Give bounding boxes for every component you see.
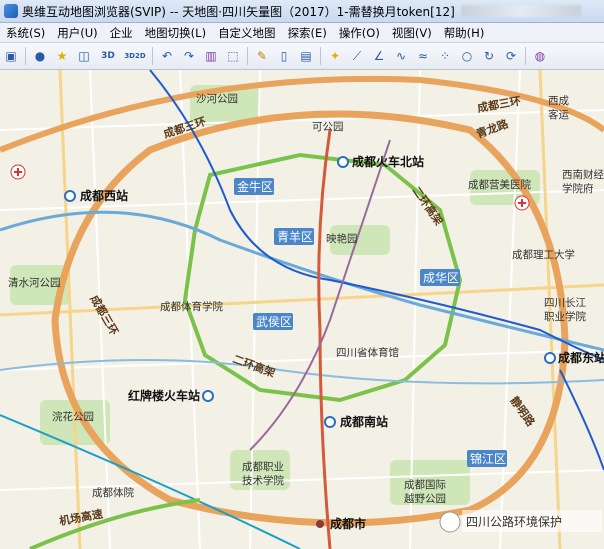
svg-text:红牌楼火车站: 红牌楼火车站 [128, 388, 200, 403]
place-xuefu: 学院府 [562, 182, 594, 195]
svg-text:青羊区: 青羊区 [277, 229, 313, 244]
place-keyun: 客运 [548, 108, 569, 121]
place-xicheng: 西成 [548, 95, 569, 107]
title-bar: 奥维互动地图浏览器(SVIP) -- 天地图·四川矢量图（2017）1-需替换月… [0, 0, 604, 23]
svg-text:四川公路环境保护: 四川公路环境保护 [466, 514, 562, 529]
menu-enterprise[interactable]: 企业 [104, 25, 139, 41]
save-icon[interactable]: ▣ [2, 47, 20, 65]
place-tiyu-college: 成都体育学院 [160, 300, 223, 313]
place-ke-park: 可公园 [312, 121, 344, 133]
select-rect-icon[interactable]: ⬚ [224, 47, 242, 65]
window-title: 奥维互动地图浏览器(SVIP) -- 天地图·四川矢量图（2017）1-需替换月… [22, 4, 455, 19]
map-view[interactable]: 成都三环 成都三环 成都三环 二环高架 二环高架 机场高速 青龙路 静明路 金牛… [0, 70, 604, 549]
pin-star-icon[interactable]: ✦ [326, 47, 344, 65]
rotate-icon[interactable]: ↻ [480, 47, 498, 65]
svg-text:成都市: 成都市 [330, 516, 366, 531]
map-canvas[interactable]: 成都三环 成都三环 成都三环 二环高架 二环高架 机场高速 青龙路 静明路 金牛… [0, 70, 604, 549]
toolbar-separator [247, 47, 248, 65]
place-tiyuyuan: 成都体院 [92, 486, 134, 499]
delete-icon[interactable]: ▥ [202, 47, 220, 65]
place-sichuan-stadium: 四川省体育馆 [336, 346, 399, 359]
place-sichuan-changjiang: 四川长江 [544, 297, 586, 309]
place-yingmei-hospital: 成都营美医院 [468, 178, 531, 191]
svg-text:成都南站: 成都南站 [340, 414, 388, 429]
ruler-icon[interactable]: ▯ [275, 47, 293, 65]
place-guoji-2: 越野公园 [404, 492, 446, 505]
line-draw-icon[interactable]: ⟋ [348, 47, 366, 65]
view-3d-button[interactable]: 3D [97, 47, 119, 65]
binoculars-icon[interactable]: ◫ [75, 47, 93, 65]
place-ligong-university: 成都理工大学 [512, 248, 575, 261]
district-badge-chenghua[interactable]: 成华区 [420, 269, 460, 286]
svg-text:成华区: 成华区 [423, 271, 459, 285]
watermark: 四川公路环境保护 [439, 510, 602, 533]
points-icon[interactable]: ⁘ [436, 47, 454, 65]
hospital-icon [514, 195, 530, 211]
svg-text:锦江区: 锦江区 [470, 452, 506, 466]
menu-help[interactable]: 帮助(H) [438, 25, 491, 41]
svg-text:成都东站: 成都东站 [558, 350, 604, 365]
menu-operate[interactable]: 操作(O) [333, 25, 386, 41]
menu-user[interactable]: 用户(U) [51, 25, 103, 41]
undo-icon[interactable]: ↶ [158, 47, 176, 65]
place-shahe-park: 沙河公园 [196, 93, 238, 105]
redo-icon[interactable]: ↷ [180, 47, 198, 65]
title-redacted-area [460, 5, 581, 17]
pen-icon[interactable]: ✎ [253, 47, 271, 65]
cycle-icon[interactable]: ⟳ [502, 47, 520, 65]
curve-line-icon[interactable]: ∿ [392, 47, 410, 65]
user-icon[interactable]: ● [31, 47, 49, 65]
toolbar-separator [320, 47, 321, 65]
place-huanhua-park: 浣花公园 [52, 410, 94, 423]
favorite-star-icon[interactable]: ★ [53, 47, 71, 65]
angle-line-icon[interactable]: ∠ [370, 47, 388, 65]
track-icon[interactable]: ≈ [414, 47, 432, 65]
menu-map-switch[interactable]: 地图切换(L) [139, 25, 212, 41]
menu-explore[interactable]: 探索(E) [282, 25, 333, 41]
menu-bar: 系统(S) 用户(U) 企业 地图切换(L) 自定义地图 探索(E) 操作(O)… [0, 23, 604, 43]
hospital-icon [10, 164, 26, 180]
toolbar-separator [25, 47, 26, 65]
menu-system[interactable]: 系统(S) [0, 25, 51, 41]
toolbar-separator [525, 47, 526, 65]
district-badge-jinjiang[interactable]: 锦江区 [467, 450, 507, 467]
place-zhiye-jishu-1: 成都职业 [242, 461, 284, 473]
district-badge-wuhou[interactable]: 武侯区 [253, 313, 293, 330]
menu-view[interactable]: 视图(V) [386, 25, 438, 41]
svg-text:金牛区: 金牛区 [237, 179, 273, 194]
place-yingyan-garden: 映艳园 [326, 232, 358, 245]
place-guoji-1: 成都国际 [404, 479, 446, 491]
toolbar: ▣ ● ★ ◫ 3D 3D2D ↶ ↷ ▥ ⬚ ✎ ▯ ▤ ✦ ⟋ ∠ ∿ ≈ … [0, 43, 604, 70]
svg-text:武侯区: 武侯区 [256, 315, 292, 329]
district-badge-qingyang[interactable]: 青羊区 [274, 228, 314, 245]
layers-icon[interactable]: ▤ [297, 47, 315, 65]
place-zhiye-college: 职业学院 [544, 310, 586, 323]
view-3d2d-button[interactable]: 3D2D [123, 47, 147, 65]
globe-icon[interactable]: ◍ [531, 47, 549, 65]
menu-custom-map[interactable]: 自定义地图 [212, 25, 282, 41]
app-logo-icon [4, 4, 18, 18]
toolbar-separator [152, 47, 153, 65]
place-qingshui-park: 清水河公园 [8, 276, 61, 289]
district-badge-jinniu[interactable]: 金牛区 [234, 178, 274, 195]
place-xinan-caijing: 西南财经 [562, 168, 604, 181]
place-zhiye-jishu-2: 技术学院 [242, 474, 284, 487]
svg-text:成都西站: 成都西站 [80, 188, 128, 203]
svg-text:成都火车北站: 成都火车北站 [352, 154, 424, 169]
circle-icon[interactable]: ○ [458, 47, 476, 65]
